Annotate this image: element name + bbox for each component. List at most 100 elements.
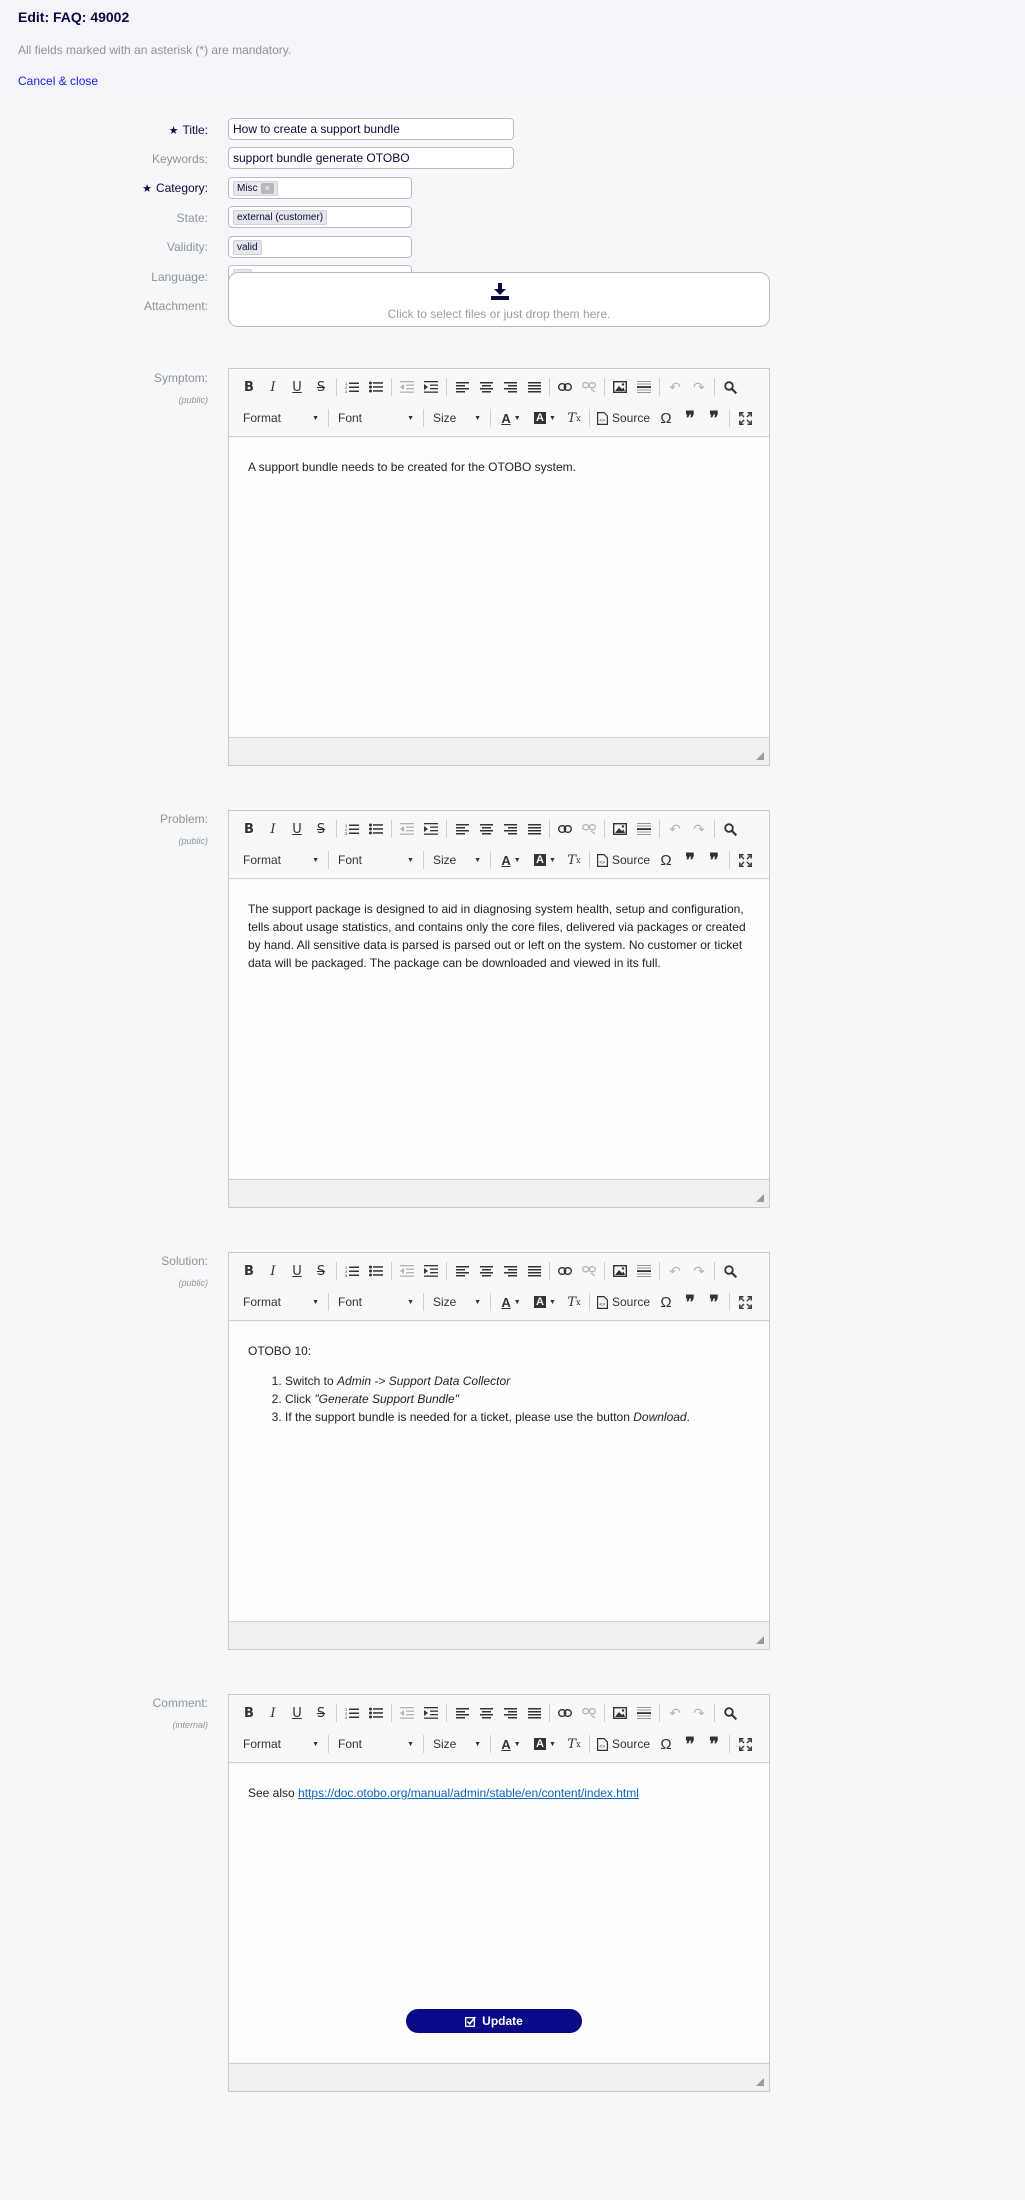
italic-icon[interactable]: I — [261, 376, 285, 398]
size-dropdown[interactable]: Size ▼ — [427, 1733, 487, 1755]
horizontal-line-icon[interactable] — [632, 1260, 656, 1282]
title-field[interactable]: How to create a support bundle — [228, 118, 514, 140]
bulleted-list-icon[interactable] — [364, 1702, 388, 1724]
size-dropdown[interactable]: Size ▼ — [427, 407, 487, 429]
remove-blockquote-icon[interactable]: ❞ — [702, 407, 726, 429]
font-dropdown[interactable]: Font ▼ — [332, 1291, 420, 1313]
align-center-icon[interactable] — [474, 1260, 498, 1282]
format-dropdown[interactable]: Format ▼ — [237, 849, 325, 871]
align-right-icon[interactable] — [498, 1260, 522, 1282]
format-dropdown[interactable]: Format ▼ — [237, 1733, 325, 1755]
align-justify-icon[interactable] — [522, 1702, 546, 1724]
maximize-icon[interactable] — [733, 849, 757, 871]
blockquote-icon[interactable]: ❞ — [678, 849, 702, 871]
remove-format-icon[interactable]: Tx — [562, 849, 586, 871]
indent-icon[interactable] — [419, 376, 443, 398]
italic-icon[interactable]: I — [261, 1702, 285, 1724]
redo-icon[interactable]: ↷ — [687, 818, 711, 840]
font-dropdown[interactable]: Font ▼ — [332, 1733, 420, 1755]
format-dropdown[interactable]: Format ▼ — [237, 1291, 325, 1313]
text-color-icon[interactable]: A ▼ — [494, 849, 528, 871]
undo-icon[interactable]: ↶ — [663, 818, 687, 840]
align-left-icon[interactable] — [450, 1702, 474, 1724]
bulleted-list-icon[interactable] — [364, 1260, 388, 1282]
special-char-icon[interactable]: Ω — [654, 1733, 678, 1755]
remove-format-icon[interactable]: Tx — [562, 1291, 586, 1313]
source-button[interactable]: <> Source — [593, 849, 654, 871]
resize-grip-icon[interactable] — [756, 1636, 764, 1644]
horizontal-line-icon[interactable] — [632, 818, 656, 840]
maximize-icon[interactable] — [733, 407, 757, 429]
italic-icon[interactable]: I — [261, 1260, 285, 1282]
attachment-dropzone[interactable]: Click to select files or just drop them … — [228, 272, 770, 327]
cancel-close-link[interactable]: Cancel & close — [18, 74, 98, 88]
underline-icon[interactable]: U — [285, 818, 309, 840]
resize-grip-icon[interactable] — [756, 752, 764, 760]
image-icon[interactable] — [608, 1260, 632, 1282]
remove-blockquote-icon[interactable]: ❞ — [702, 849, 726, 871]
remove-blockquote-icon[interactable]: ❞ — [702, 1733, 726, 1755]
blockquote-icon[interactable]: ❞ — [678, 1733, 702, 1755]
bold-icon[interactable]: B — [237, 818, 261, 840]
undo-icon[interactable]: ↶ — [663, 1260, 687, 1282]
underline-icon[interactable]: U — [285, 1702, 309, 1724]
align-justify-icon[interactable] — [522, 376, 546, 398]
background-color-icon[interactable]: A ▼ — [528, 849, 562, 871]
blockquote-icon[interactable]: ❞ — [678, 1291, 702, 1313]
problem-content[interactable]: The support package is designed to aid i… — [229, 880, 769, 1178]
outdent-icon[interactable] — [395, 1260, 419, 1282]
unlink-icon[interactable] — [577, 1260, 601, 1282]
outdent-icon[interactable] — [395, 376, 419, 398]
numbered-list-icon[interactable]: 123 — [340, 376, 364, 398]
redo-icon[interactable]: ↷ — [687, 376, 711, 398]
align-justify-icon[interactable] — [522, 1260, 546, 1282]
outdent-icon[interactable] — [395, 1702, 419, 1724]
validity-select[interactable]: valid — [228, 236, 412, 258]
find-icon[interactable] — [718, 1260, 742, 1282]
find-icon[interactable] — [718, 376, 742, 398]
numbered-list-icon[interactable]: 123 — [340, 1260, 364, 1282]
align-left-icon[interactable] — [450, 376, 474, 398]
unlink-icon[interactable] — [577, 1702, 601, 1724]
link-icon[interactable] — [553, 1260, 577, 1282]
solution-content[interactable]: OTOBO 10: Switch to Admin -> Support Dat… — [229, 1322, 769, 1620]
indent-icon[interactable] — [419, 818, 443, 840]
category-select[interactable]: Misc × — [228, 177, 412, 199]
align-right-icon[interactable] — [498, 1702, 522, 1724]
italic-icon[interactable]: I — [261, 818, 285, 840]
outdent-icon[interactable] — [395, 818, 419, 840]
source-button[interactable]: <> Source — [593, 407, 654, 429]
strikethrough-icon[interactable]: S — [309, 818, 333, 840]
redo-icon[interactable]: ↷ — [687, 1260, 711, 1282]
size-dropdown[interactable]: Size ▼ — [427, 1291, 487, 1313]
remove-tag-icon[interactable]: × — [260, 183, 274, 194]
resize-grip-icon[interactable] — [756, 2078, 764, 2086]
indent-icon[interactable] — [419, 1260, 443, 1282]
strikethrough-icon[interactable]: S — [309, 1702, 333, 1724]
text-color-icon[interactable]: A ▼ — [494, 407, 528, 429]
redo-icon[interactable]: ↷ — [687, 1702, 711, 1724]
blockquote-icon[interactable]: ❞ — [678, 407, 702, 429]
format-dropdown[interactable]: Format ▼ — [237, 407, 325, 429]
align-center-icon[interactable] — [474, 376, 498, 398]
undo-icon[interactable]: ↶ — [663, 376, 687, 398]
update-button[interactable]: Update — [406, 2009, 582, 2033]
font-dropdown[interactable]: Font ▼ — [332, 407, 420, 429]
strikethrough-icon[interactable]: S — [309, 376, 333, 398]
image-icon[interactable] — [608, 818, 632, 840]
keywords-field[interactable]: support bundle generate OTOBO — [228, 147, 514, 169]
font-dropdown[interactable]: Font ▼ — [332, 849, 420, 871]
align-right-icon[interactable] — [498, 376, 522, 398]
remove-format-icon[interactable]: Tx — [562, 407, 586, 429]
bulleted-list-icon[interactable] — [364, 376, 388, 398]
align-left-icon[interactable] — [450, 1260, 474, 1282]
horizontal-line-icon[interactable] — [632, 376, 656, 398]
doc-link[interactable]: https://doc.otobo.org/manual/admin/stabl… — [298, 1786, 639, 1800]
maximize-icon[interactable] — [733, 1733, 757, 1755]
background-color-icon[interactable]: A ▼ — [528, 1733, 562, 1755]
background-color-icon[interactable]: A ▼ — [528, 1291, 562, 1313]
image-icon[interactable] — [608, 376, 632, 398]
strikethrough-icon[interactable]: S — [309, 1260, 333, 1282]
resize-grip-icon[interactable] — [756, 1194, 764, 1202]
size-dropdown[interactable]: Size ▼ — [427, 849, 487, 871]
